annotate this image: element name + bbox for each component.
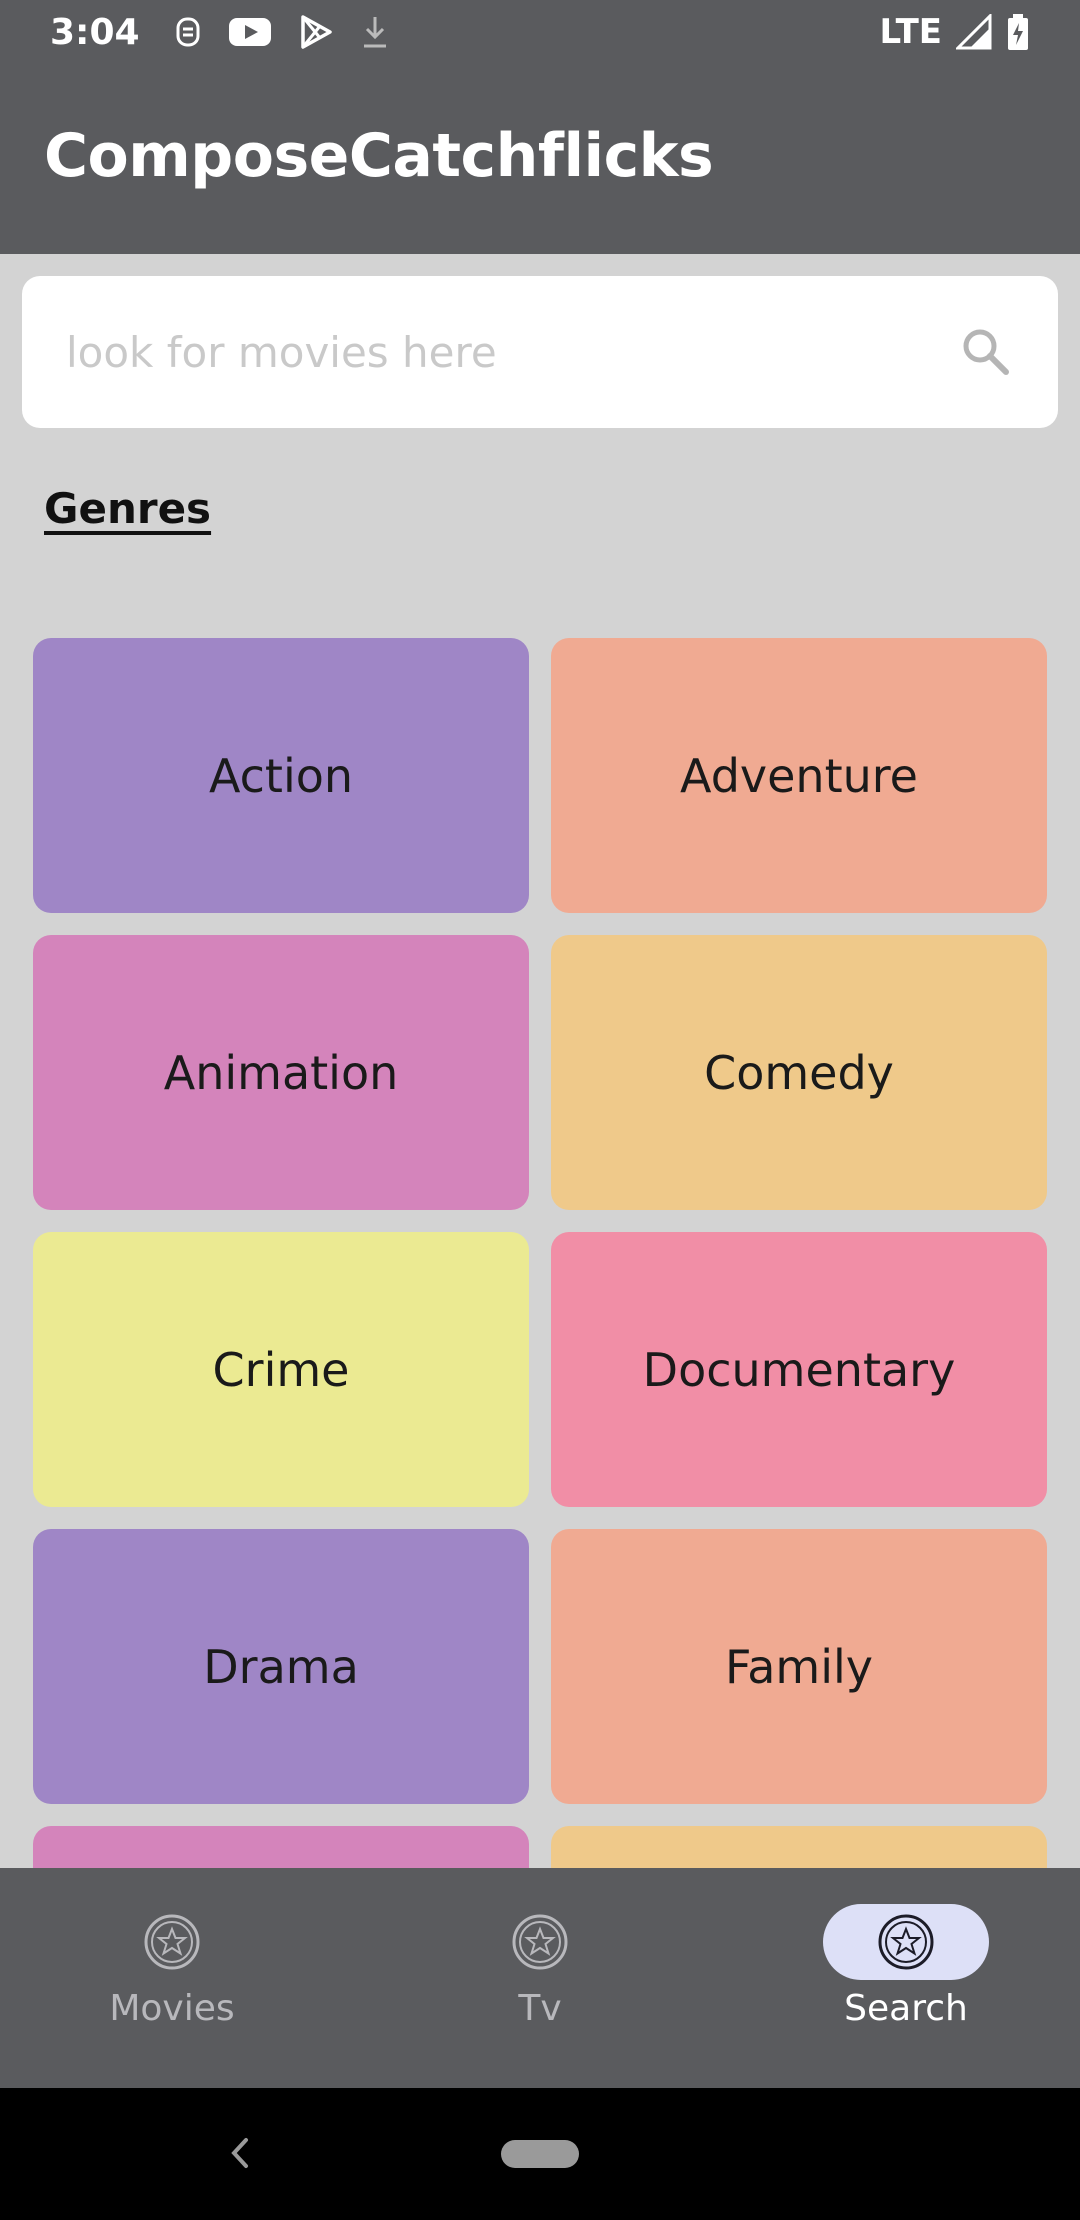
app-title: ComposeCatchflicks bbox=[44, 121, 714, 191]
status-right-group: LTE bbox=[880, 12, 1030, 52]
search-placeholder: look for movies here bbox=[66, 327, 497, 377]
search-input[interactable]: look for movies here bbox=[22, 276, 1058, 428]
genre-card[interactable] bbox=[33, 1826, 529, 1868]
nav-pill bbox=[89, 1904, 255, 1980]
status-notification-icons bbox=[174, 14, 390, 50]
star-circle-icon bbox=[144, 1914, 200, 1970]
status-bar: 3:04 LTE bbox=[0, 0, 1080, 64]
genre-list[interactable]: Action Adventure Animation Comedy Crime Docum… bbox=[0, 630, 1080, 1868]
genre-card[interactable]: Crime bbox=[33, 1232, 529, 1507]
play-store-icon bbox=[300, 15, 332, 49]
genre-label: Documentary bbox=[642, 1342, 956, 1397]
signal-icon bbox=[956, 14, 992, 50]
genre-label: Family bbox=[724, 1639, 874, 1694]
genre-card[interactable]: Action bbox=[33, 638, 529, 913]
network-type: LTE bbox=[879, 12, 942, 52]
nav-item-tv[interactable]: Tv bbox=[410, 1904, 670, 2044]
nav-item-movies[interactable]: Movies bbox=[42, 1904, 302, 2044]
youtube-icon bbox=[228, 18, 271, 46]
genre-label: Animation bbox=[163, 1045, 399, 1100]
back-icon[interactable] bbox=[222, 2130, 256, 2176]
notification-icon bbox=[176, 17, 200, 47]
star-circle-icon bbox=[878, 1914, 934, 1970]
genre-label: Drama bbox=[203, 1639, 359, 1694]
genre-label: Adventure bbox=[680, 748, 918, 803]
genre-label: Crime bbox=[212, 1342, 350, 1397]
system-navigation-bar bbox=[0, 2088, 1080, 2220]
download-icon bbox=[363, 17, 386, 48]
nav-item-search[interactable]: Search bbox=[776, 1904, 1036, 2044]
genre-card[interactable]: Animation bbox=[33, 935, 529, 1210]
genre-card[interactable]: Family bbox=[551, 1529, 1047, 1804]
nav-label: Tv bbox=[518, 1988, 562, 2029]
home-pill[interactable] bbox=[501, 2140, 579, 2168]
bottom-navigation: Movies Tv Search bbox=[0, 1868, 1080, 2088]
genre-label: Comedy bbox=[704, 1045, 894, 1100]
genres-heading[interactable]: Genres bbox=[44, 484, 211, 533]
genre-label: Action bbox=[208, 748, 354, 803]
genre-card[interactable]: Documentary bbox=[551, 1232, 1047, 1507]
nav-pill bbox=[457, 1904, 623, 1980]
nav-pill-active bbox=[823, 1904, 989, 1980]
nav-label: Search bbox=[844, 1988, 968, 2029]
genre-grid: Action Adventure Animation Comedy Crime Docum… bbox=[33, 638, 1047, 1868]
genre-card[interactable]: Drama bbox=[33, 1529, 529, 1804]
star-circle-icon bbox=[512, 1914, 568, 1970]
genre-card[interactable] bbox=[551, 1826, 1047, 1868]
app-bar: ComposeCatchflicks bbox=[0, 64, 1080, 254]
search-icon[interactable] bbox=[958, 324, 1014, 380]
genre-card[interactable]: Adventure bbox=[551, 638, 1047, 913]
genre-card[interactable]: Comedy bbox=[551, 935, 1047, 1210]
battery-icon bbox=[1008, 14, 1028, 50]
nav-label: Movies bbox=[109, 1988, 235, 2029]
status-time: 3:04 bbox=[50, 11, 140, 53]
